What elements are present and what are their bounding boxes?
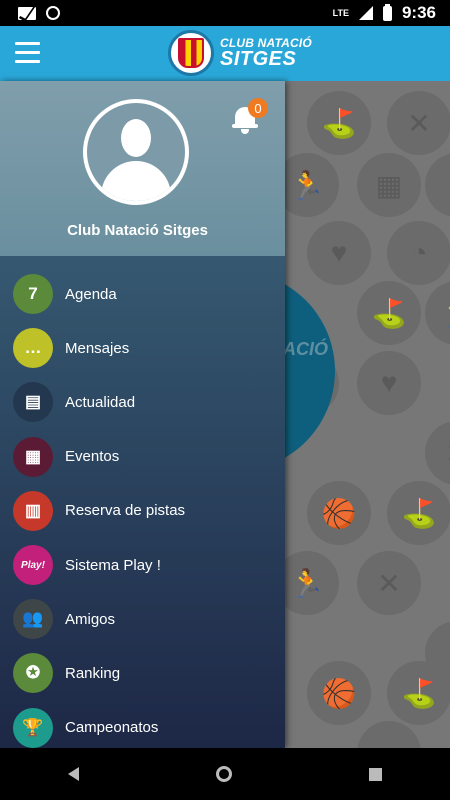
menu-item-label: Reserva de pistas	[65, 502, 186, 520]
notification-badge: 0	[248, 98, 268, 118]
menu-icon-glyph: ▤	[24, 392, 42, 412]
background-tile: 🏀	[307, 481, 371, 545]
menu-item-label: Campeonatos	[65, 719, 159, 737]
calendar-icon: 7	[13, 274, 53, 315]
clock: 9:36	[401, 3, 436, 22]
recent-apps-icon[interactable]	[368, 767, 382, 781]
home-icon[interactable]	[215, 766, 232, 782]
background-tile: ⛳	[307, 91, 371, 155]
menu-item-label: Amigos	[65, 610, 116, 628]
brand-line2: SITGES	[220, 48, 297, 70]
menu-item-amigos[interactable]: 👥 Amigos	[0, 592, 285, 646]
avatar[interactable]	[83, 99, 189, 205]
disc-text: ACIÓ	[285, 339, 328, 359]
gmail-icon	[18, 6, 36, 20]
android-nav-bar	[0, 748, 450, 800]
background-tile: ◐	[425, 153, 450, 217]
menu-item-mensajes[interactable]: … Mensajes	[0, 321, 285, 375]
menu-item-reserva-de-pistas[interactable]: ▥ Reserva de pistas	[0, 484, 285, 538]
background-tile: 🏃	[425, 281, 450, 345]
chat-icon: …	[13, 328, 53, 369]
profile-header: 0 Club Natació Sitges	[0, 81, 285, 256]
brand-text: CLUB NATACIÓ SITGES	[220, 37, 312, 69]
brand-logo: CLUB NATACIÓ SITGES	[168, 30, 312, 76]
menu-list: 7 Agenda … Mensajes ▤ Actualidad ▦ Eventos ▥ Rese…	[0, 267, 285, 755]
profile-name: Club Natació Sitges	[67, 222, 208, 239]
status-left	[18, 6, 60, 20]
menu-item-actualidad[interactable]: ▤ Actualidad	[0, 375, 285, 429]
menu-icon-glyph: 🏆	[22, 717, 44, 737]
menu-icon-glyph: 👥	[22, 609, 44, 629]
status-bar: LTE 9:36	[0, 0, 450, 26]
menu-item-campeonatos[interactable]: 🏆 Campeonatos	[0, 701, 285, 755]
menu-item-sistema-play[interactable]: Play! Sistema Play !	[0, 538, 285, 592]
menu-icon-glyph: Play!	[21, 559, 45, 571]
background-tile: 🏃	[285, 153, 339, 217]
background-tile: ⛳	[387, 661, 450, 725]
friends-icon: 👥	[13, 599, 53, 640]
background-tile: ✕	[357, 551, 421, 615]
menu-item-eventos[interactable]: ▦ Eventos	[0, 430, 285, 484]
back-icon[interactable]	[68, 767, 80, 781]
club-crest-icon	[168, 30, 214, 76]
menu-icon-glyph: ▥	[24, 500, 42, 520]
menu-item-label: Sistema Play !	[65, 556, 161, 574]
background-tile: 🏃	[285, 551, 339, 615]
background-tile: ✕	[387, 91, 450, 155]
background-tile: ♥	[357, 351, 421, 415]
background-tile: 🏀	[307, 661, 371, 725]
menu-icon-glyph: ▦	[24, 446, 42, 466]
menu-item-ranking[interactable]: ✪ Ranking	[0, 646, 285, 700]
background-logo-disc: ACIÓ	[285, 271, 335, 471]
menu-item-label: Ranking	[65, 664, 121, 682]
background-tile: ◐	[357, 721, 421, 748]
circle-icon	[46, 6, 60, 20]
medal-icon: ✪	[13, 653, 53, 694]
background-tile: ✕	[425, 421, 450, 485]
battery-icon	[382, 3, 392, 21]
calendar-grid-icon: ▦	[13, 436, 53, 477]
app-header: CLUB NATACIÓ SITGES	[0, 26, 450, 81]
menu-icon-glyph: ✪	[25, 663, 41, 683]
menu-icon-glyph: …	[24, 338, 42, 358]
status-right: LTE 9:36	[333, 3, 436, 23]
menu-item-label: Mensajes	[65, 339, 130, 357]
play-icon: Play!	[13, 545, 53, 586]
menu-item-label: Agenda	[65, 285, 117, 303]
menu-item-label: Eventos	[65, 448, 120, 466]
signal-icon	[358, 6, 373, 20]
background-tile: ▦	[357, 153, 421, 217]
trophy-icon: 🏆	[13, 707, 53, 748]
network-label: LTE	[332, 8, 349, 18]
menu-item-label: Actualidad	[65, 393, 136, 411]
background-tile: ⛳	[357, 281, 421, 345]
menu-item-agenda[interactable]: 7 Agenda	[0, 267, 285, 321]
background-tile: ⛳	[387, 481, 450, 545]
background-tile: ♥	[307, 221, 371, 285]
background-tile: ◔	[387, 221, 450, 285]
background-content: ⛳✕🏃▦◐♥◔⛳🏃▦♥✕🏀⛳🏃✕♥🏀⛳◐ACIÓ	[285, 81, 450, 748]
court-icon: ▥	[13, 490, 53, 531]
navigation-drawer: 0 Club Natació Sitges 7 Agenda … Mensajes ▤ A…	[0, 81, 285, 748]
news-icon: ▤	[13, 382, 53, 423]
hamburger-menu-icon[interactable]	[15, 42, 40, 64]
menu-icon-glyph: 7	[28, 284, 38, 304]
